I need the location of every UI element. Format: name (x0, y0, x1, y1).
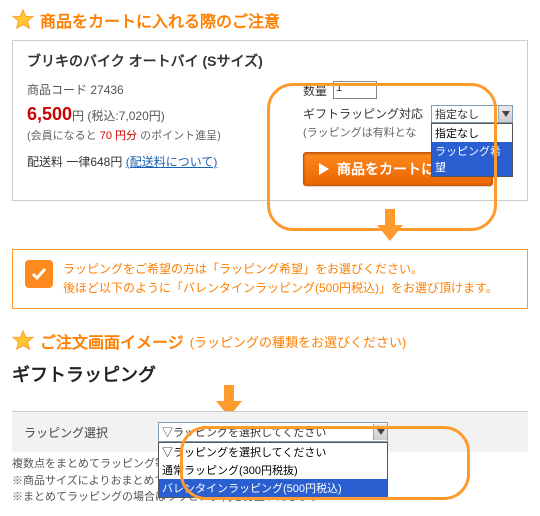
notice-box: ラッピングをご希望の方は「ラッピング希望」をお選びください。 後ほど以下のように… (12, 249, 528, 309)
gift-dropdown-list: 指定なし ラッピング希望 (431, 123, 513, 177)
wrapping-selected: ▽ラッピングを選択してください (162, 424, 326, 440)
star-icon (12, 330, 34, 352)
wrapping-option-normal[interactable]: 通常ラッピング(300円税抜) (159, 461, 387, 479)
check-icon (25, 260, 53, 288)
notice-text: ラッピングをご希望の方は「ラッピング希望」をお選びください。 後ほど以下のように… (63, 260, 498, 298)
product-code-label: 商品コード (27, 83, 87, 97)
price-line: 6,500円 (税込:7,020円) (27, 104, 303, 125)
section-1-header: 商品をカートに入れる際のご注意 (12, 8, 528, 32)
price-tax: (税込:7,020円) (87, 109, 164, 123)
quantity-value: 1 (336, 82, 342, 94)
product-name: ブリキのバイク オートバイ (Sサイズ) (27, 51, 513, 71)
product-code-line: 商品コード 27436 (27, 81, 303, 98)
gift-dropdown-selected: 指定なし (435, 106, 479, 122)
quantity-select[interactable]: 1 (333, 81, 377, 99)
wrapping-option-valentine[interactable]: バレンタインラッピング(500円税込) (159, 479, 387, 497)
member-prefix: (会員になると (27, 130, 100, 142)
section-2-subtitle: (ラッピングの種類をお選びください) (190, 332, 407, 351)
quantity-label: 数量 (303, 82, 327, 99)
gift-option-wrap[interactable]: ラッピング希望 (432, 142, 512, 176)
section-2-title: ご注文画面イメージ (40, 329, 184, 353)
wrapping-option-placeholder[interactable]: ▽ラッピングを選択してください (159, 443, 387, 461)
quantity-row: 数量 1 (303, 81, 513, 99)
price-unit: 円 (72, 109, 84, 123)
member-points: 70 円分 (100, 130, 137, 142)
wrapping-dropdown-list: ▽ラッピングを選択してください 通常ラッピング(300円税抜) バレンタインラッ… (158, 442, 388, 498)
member-line: (会員になると 70 円分 のポイント進呈) (27, 127, 303, 143)
shipping-link[interactable]: (配送料について) (126, 155, 218, 169)
chevron-down-icon (498, 106, 512, 122)
product-code: 27436 (90, 83, 123, 97)
shipping-label: 配送料 一律648円 (27, 155, 122, 169)
wrapping-label: ラッピング選択 (24, 422, 134, 441)
section-2-header: ご注文画面イメージ (ラッピングの種類をお選びください) (12, 329, 528, 353)
section-1-title: 商品をカートに入れる際のご注意 (40, 8, 280, 32)
notice-line-2: 後ほど以下のように「バレンタインラッピング(500円税込)」をお選び頂けます。 (63, 279, 498, 298)
wrapping-dropdown[interactable]: ▽ラッピングを選択してください ▽ラッピングを選択してください 通常ラッピング(… (158, 422, 388, 442)
gift-wrapping-heading: ギフトラッピング (12, 361, 528, 387)
gift-block: ギフトラッピング対応 (ラッピングは有料とな 指定なし 指定なし ラッピング希望 (303, 105, 513, 186)
shipping-line: 配送料 一律648円 (配送料について) (27, 153, 303, 170)
product-box: ブリキのバイク オートバイ (Sサイズ) 商品コード 27436 6,500円 … (12, 40, 528, 201)
gift-dropdown[interactable]: 指定なし 指定なし ラッピング希望 (431, 105, 513, 177)
arrow-down-1 (132, 209, 540, 241)
star-icon (12, 9, 34, 31)
notice-line-1: ラッピングをご希望の方は「ラッピング希望」をお選びください。 (63, 260, 498, 279)
arrow-right-icon (319, 163, 331, 175)
gift-option-none[interactable]: 指定なし (432, 124, 512, 142)
price-amount: 6,500 (27, 104, 72, 124)
member-suffix: のポイント進呈) (137, 130, 221, 142)
chevron-down-icon (373, 424, 387, 440)
wrapping-row: ラッピング選択 ▽ラッピングを選択してください ▽ラッピングを選択してください … (12, 411, 528, 452)
